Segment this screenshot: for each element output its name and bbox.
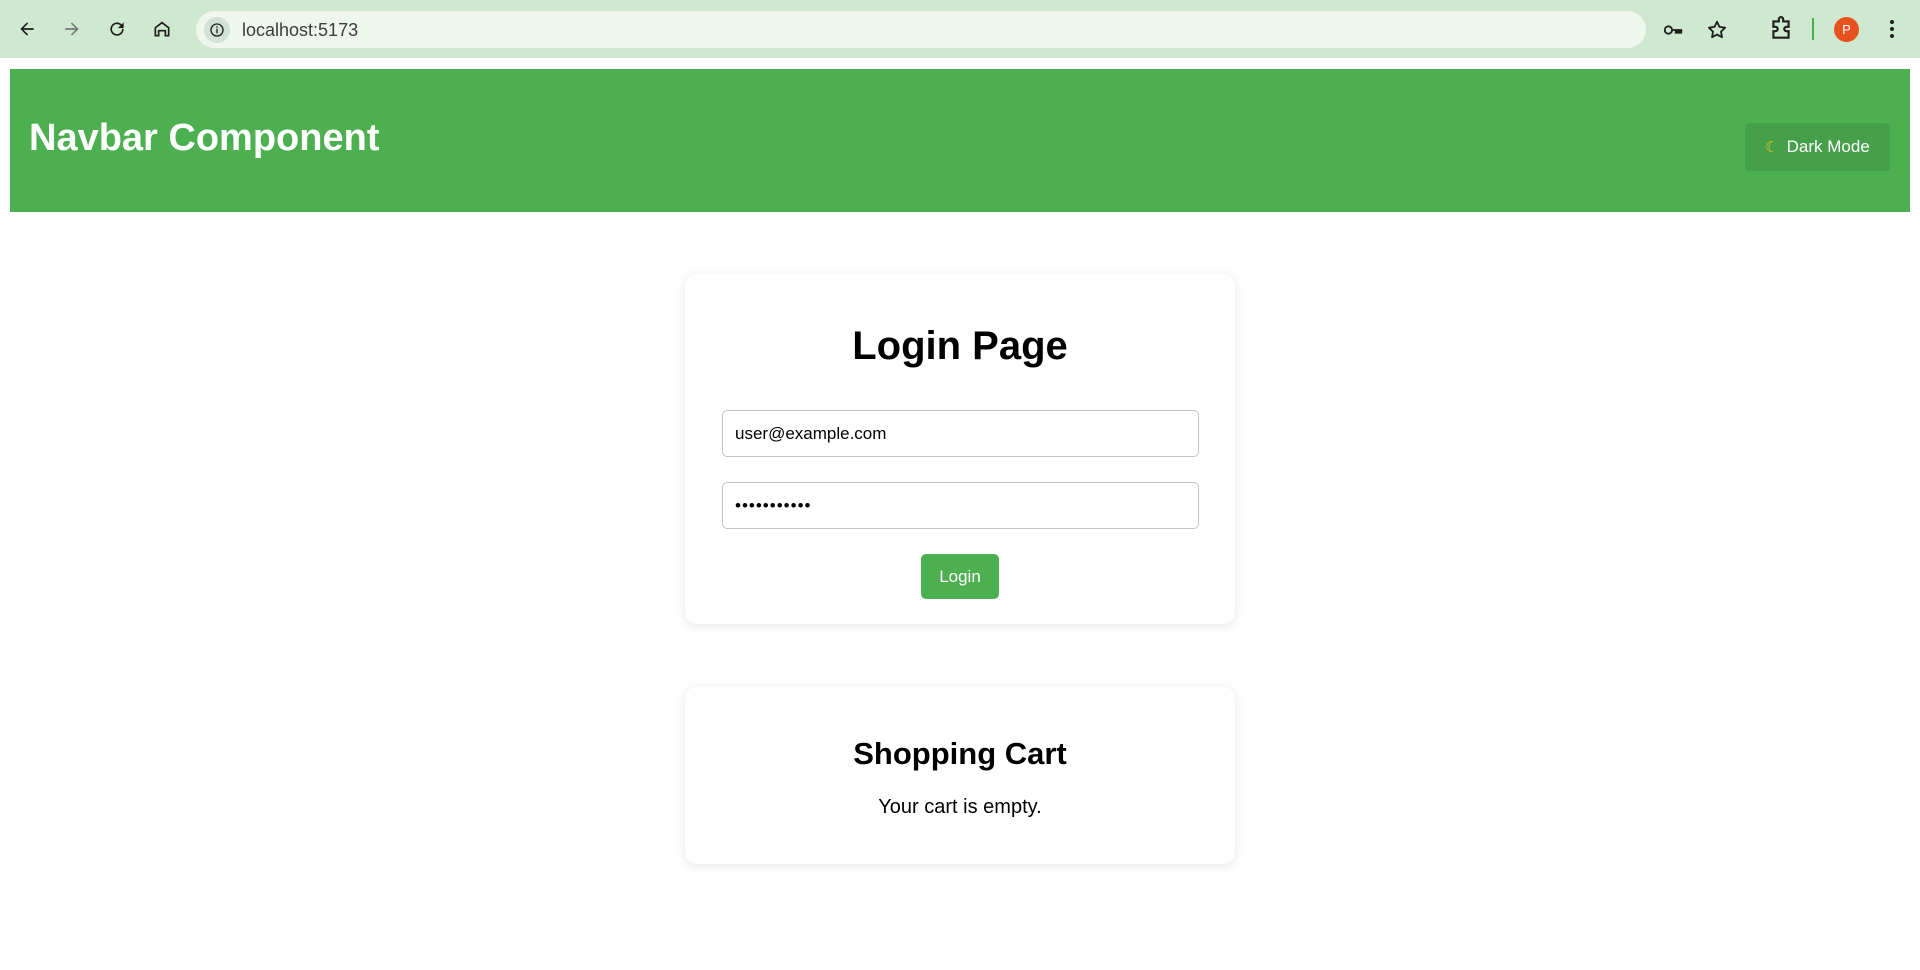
cart-title: Shopping Cart bbox=[853, 736, 1067, 771]
toolbar-divider bbox=[1812, 18, 1814, 40]
reload-button[interactable] bbox=[100, 12, 134, 46]
home-icon bbox=[154, 21, 170, 37]
reload-icon bbox=[110, 22, 124, 36]
url-text[interactable]: localhost:5173 bbox=[242, 20, 358, 41]
site-info-icon[interactable] bbox=[204, 17, 230, 43]
cart-empty-message: Your cart is empty. bbox=[878, 796, 1042, 818]
shopping-cart-card: Shopping Cart Your cart is empty. bbox=[685, 687, 1235, 864]
dark-mode-button[interactable]: ☾ Dark Mode bbox=[1745, 123, 1890, 171]
navbar-title: Navbar Component bbox=[29, 117, 380, 159]
login-title: Login Page bbox=[852, 324, 1068, 368]
app-navbar: Navbar Component ☾ Dark Mode bbox=[10, 69, 1910, 212]
email-field[interactable] bbox=[722, 410, 1199, 457]
bookmark-star-icon[interactable] bbox=[1706, 19, 1728, 41]
login-button[interactable]: Login bbox=[921, 554, 999, 599]
login-card: Login Page Login bbox=[685, 274, 1235, 624]
arrow-left-icon bbox=[20, 22, 34, 36]
key-icon[interactable] bbox=[1662, 19, 1684, 41]
home-button[interactable] bbox=[145, 12, 179, 46]
forward-button[interactable] bbox=[55, 12, 89, 46]
moon-icon: ☾ bbox=[1765, 139, 1779, 156]
more-menu-icon[interactable] bbox=[1880, 16, 1904, 42]
arrow-right-icon bbox=[65, 22, 79, 36]
dark-mode-label: Dark Mode bbox=[1786, 137, 1870, 156]
profile-avatar[interactable]: P bbox=[1834, 17, 1859, 42]
browser-toolbar: localhost:5173 P bbox=[0, 0, 1920, 58]
back-button[interactable] bbox=[10, 12, 44, 46]
address-bar[interactable]: localhost:5173 bbox=[196, 11, 1726, 48]
password-field[interactable] bbox=[722, 482, 1199, 529]
extensions-icon[interactable] bbox=[1768, 16, 1794, 42]
